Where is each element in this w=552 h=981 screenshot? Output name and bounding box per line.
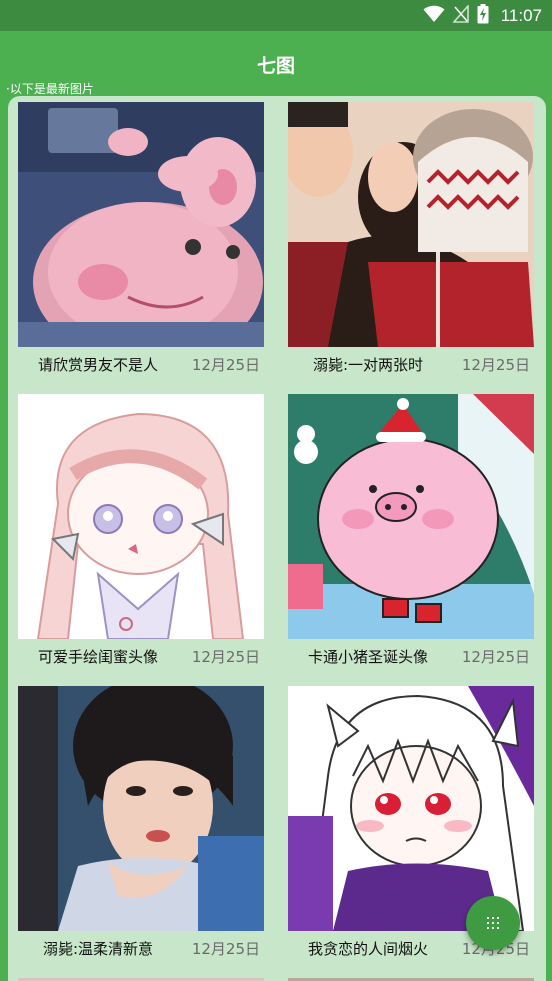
card-title: 溺毙:温柔清新意 <box>42 940 154 958</box>
status-bar: 11:07 <box>0 0 552 31</box>
battery-charging-icon <box>477 4 489 28</box>
card-thumbnail[interactable] <box>18 686 264 931</box>
card-thumbnail[interactable] <box>18 102 264 347</box>
card-date: 12月25日 <box>191 356 260 374</box>
card-date: 12月25日 <box>461 648 530 666</box>
app-bar: 七图 <box>0 31 552 81</box>
signal-off-icon <box>451 3 469 27</box>
image-card[interactable]: 溺毙:温柔清新意 12月25日 <box>18 686 264 966</box>
status-time: 11:07 <box>500 6 542 25</box>
wifi-icon <box>423 5 445 27</box>
card-title: 我贪恋的人间烟火 <box>307 940 428 958</box>
status-icons: 11:07 <box>423 3 542 28</box>
image-card[interactable]: 可爱手绘闺蜜头像 12月25日 <box>18 394 264 674</box>
image-card[interactable]: 卡通小猪圣诞头像 12月25日 <box>288 394 534 674</box>
card-thumbnail[interactable] <box>18 394 264 639</box>
card-title: 可爱手绘闺蜜头像 <box>37 648 158 666</box>
card-thumbnail[interactable] <box>288 394 534 639</box>
card-date: 12月25日 <box>191 648 260 666</box>
card-thumbnail[interactable] <box>288 686 534 931</box>
card-thumbnail[interactable] <box>288 102 534 347</box>
card-title: 卡通小猪圣诞头像 <box>307 648 428 666</box>
image-card[interactable]: 请欣赏男友不是人 12月25日 <box>18 102 264 382</box>
image-grid[interactable]: 请欣赏男友不是人 12月25日 溺毙:一对两张时 12月25日 可爱手绘闺蜜头像… <box>8 96 546 981</box>
fab-button[interactable] <box>466 896 520 950</box>
card-date: 12月25日 <box>191 940 260 958</box>
card-date: 12月25日 <box>461 356 530 374</box>
page-title: 七图 <box>256 55 295 77</box>
section-subtitle: ·以下是最新图片 <box>6 82 94 96</box>
image-card[interactable]: 溺毙:一对两张时 12月25日 <box>288 102 534 382</box>
card-title: 溺毙:一对两张时 <box>312 356 424 374</box>
card-title: 请欣赏男友不是人 <box>37 356 158 374</box>
